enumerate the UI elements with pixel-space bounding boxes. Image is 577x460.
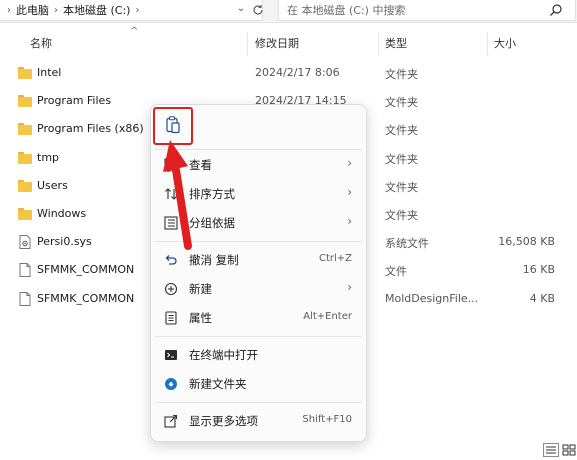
file-name: Windows — [37, 207, 87, 220]
breadcrumb-local-disk[interactable]: 本地磁盘 (C:) — [63, 2, 130, 18]
more-options-icon — [164, 414, 178, 428]
grid-view-icon — [164, 158, 178, 172]
file-date: 2024/2/17 8:06 — [255, 66, 340, 79]
file-type: 文件夹 — [385, 124, 418, 138]
menu-item-label: 新建文件夹 — [189, 377, 247, 391]
address-bar[interactable]: › 此电脑 › 本地磁盘 (C:) › ⌄ — [0, 0, 263, 21]
tiles-view-icon[interactable] — [561, 443, 577, 457]
file-icon — [18, 291, 32, 306]
group-icon — [164, 216, 178, 230]
refresh-icon — [253, 5, 263, 15]
folder-icon — [18, 179, 32, 192]
chevron-right-icon: › — [7, 4, 11, 16]
file-name: SFMMK_COMMON — [37, 263, 135, 277]
file-name: Persi0.sys — [37, 235, 92, 249]
top-bar: › 此电脑 › 本地磁盘 (C:) › ⌄ 在 本地磁盘 (C:) 中搜索 — [0, 0, 577, 23]
menu-item-label: 撤消 复制 — [189, 253, 239, 267]
file-type: MoldDesignFile... — [385, 291, 479, 305]
menu-separator — [155, 336, 362, 337]
menu-item-sort-by[interactable]: 排序方式 › — [155, 181, 362, 207]
menu-item-group-by[interactable]: 分组依据 › — [155, 210, 362, 236]
file-type: 文件夹 — [385, 152, 418, 166]
search-input[interactable]: 在 本地磁盘 (C:) 中搜索 — [287, 2, 405, 18]
chevron-right-icon: › — [347, 214, 352, 228]
refresh-button[interactable] — [246, 0, 270, 20]
column-header-type[interactable]: 类型 — [385, 32, 407, 56]
menu-item-label: 在终端中打开 — [189, 348, 258, 362]
file-name: Intel — [37, 66, 62, 79]
menu-item-label: 查看 — [189, 158, 212, 172]
folder-icon — [18, 67, 32, 79]
menu-item-view[interactable]: 查看 › — [155, 152, 362, 178]
file-name: Program Files (x86) — [37, 122, 144, 136]
file-name: tmp — [37, 150, 60, 164]
system-file-icon — [18, 235, 32, 250]
properties-icon — [165, 311, 177, 325]
file-size: 16,508 KB — [498, 235, 555, 249]
file-name: Users — [37, 178, 68, 192]
menu-separator — [155, 402, 362, 403]
menu-item-label: 新建 — [189, 282, 212, 296]
menu-item-label: 排序方式 — [189, 187, 235, 201]
column-header-size[interactable]: 大小 — [494, 32, 516, 56]
sort-icon — [165, 188, 177, 200]
menu-item-new[interactable]: 新建 › — [155, 276, 362, 302]
file-type: 文件 — [385, 265, 407, 279]
context-menu: 查看 › 排序方式 › 分组依据 › 撤消 复制 Ctrl+Z 新建 › 属性 … — [150, 104, 367, 442]
file-row[interactable]: Intel 2024/2/17 8:06 文件夹 — [0, 59, 577, 87]
folder-icon — [18, 95, 32, 108]
column-divider[interactable] — [247, 32, 248, 56]
file-name: SFMMK_COMMON — [37, 291, 135, 305]
paste-icon[interactable] — [165, 116, 181, 134]
chevron-right-icon: › — [54, 4, 58, 16]
menu-item-new-folder[interactable]: 新建文件夹 — [155, 371, 362, 397]
undo-icon — [165, 255, 177, 265]
shortcut-label: Ctrl+Z — [318, 253, 352, 264]
menu-item-label: 显示更多选项 — [189, 414, 258, 428]
file-size: 4 KB — [529, 291, 555, 305]
file-type: 文件夹 — [385, 96, 418, 110]
new-folder-icon — [165, 378, 177, 390]
menu-item-open-in-terminal[interactable]: 在终端中打开 — [155, 342, 362, 368]
file-icon — [18, 263, 32, 278]
sort-ascending-icon: ^ — [130, 26, 139, 37]
chevron-right-icon: › — [135, 4, 140, 16]
file-type: 文件夹 — [385, 180, 418, 194]
shortcut-label: Alt+Enter — [303, 311, 352, 322]
menu-item-undo-copy[interactable]: 撤消 复制 Ctrl+Z — [155, 247, 362, 273]
column-header-name[interactable]: 名称 — [30, 32, 52, 56]
folder-icon — [18, 208, 32, 220]
menu-item-label: 分组依据 — [189, 216, 235, 230]
search-box[interactable]: 在 本地磁盘 (C:) 中搜索 — [278, 0, 576, 21]
folder-icon — [18, 123, 32, 136]
details-view-icon[interactable] — [543, 443, 559, 457]
paste-button-highlight[interactable] — [153, 107, 193, 145]
menu-item-label: 属性 — [189, 311, 212, 325]
search-icon[interactable] — [549, 3, 563, 17]
column-divider[interactable] — [378, 32, 379, 56]
menu-separator — [155, 149, 362, 150]
menu-separator — [155, 241, 362, 242]
chevron-right-icon: › — [347, 185, 352, 199]
chevron-right-icon: › — [347, 280, 352, 294]
file-type: 文件夹 — [385, 209, 418, 222]
folder-icon — [18, 151, 32, 164]
shortcut-label: Shift+F10 — [302, 414, 352, 425]
menu-item-show-more-options[interactable]: 显示更多选项 Shift+F10 — [155, 408, 362, 434]
new-icon — [164, 282, 178, 296]
file-name: Program Files — [37, 94, 112, 108]
chevron-right-icon: › — [347, 156, 352, 170]
file-type: 文件夹 — [385, 68, 418, 81]
breadcrumb-this-pc[interactable]: 此电脑 — [16, 2, 49, 18]
terminal-icon — [165, 350, 177, 360]
file-size: 16 KB — [522, 263, 555, 277]
column-header-date[interactable]: 修改日期 — [255, 32, 299, 56]
column-divider[interactable] — [487, 32, 488, 56]
menu-item-properties[interactable]: 属性 Alt+Enter — [155, 305, 362, 331]
file-type: 系统文件 — [385, 237, 429, 251]
